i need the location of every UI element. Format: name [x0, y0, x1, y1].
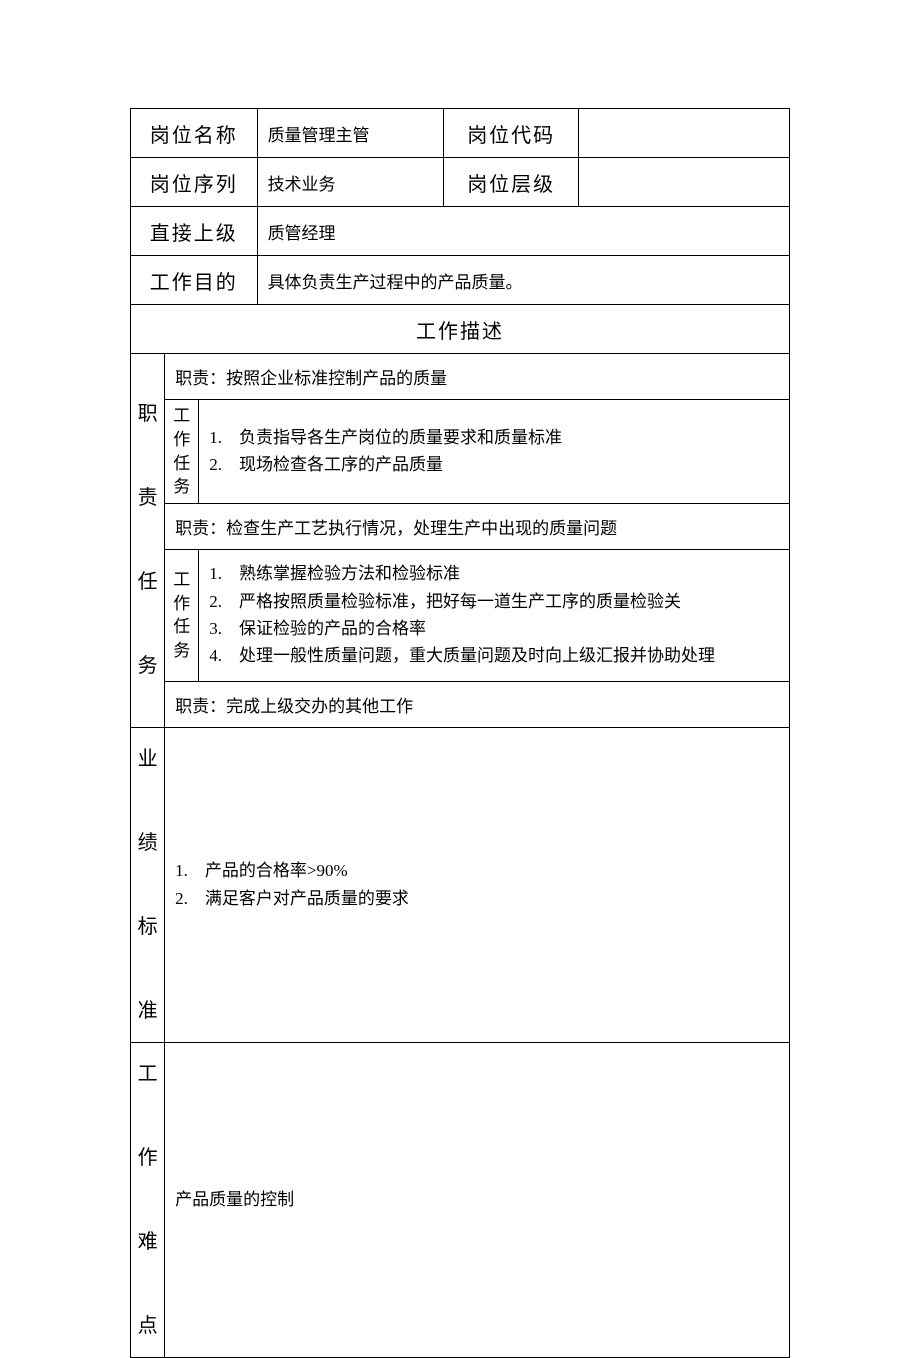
- row-performance: 业 绩 标 准 1. 产品的合格率>90% 2. 满足客户对产品质量的要求: [131, 727, 790, 1042]
- section-job-description: 工作描述: [131, 305, 790, 354]
- duty2-task-2: 2. 严格按照质量检验标准，把好每一道生产工序的质量检验关: [209, 589, 779, 615]
- label-task-2: 工 作 任 务: [165, 550, 199, 681]
- label-duties: 职 责 任 务: [131, 354, 165, 728]
- label-task-1: 工 作 任 务: [165, 400, 199, 504]
- value-position-level: [578, 158, 789, 207]
- duty1-task-1: 1. 负责指导各生产岗位的质量要求和质量标准: [209, 425, 779, 451]
- document-page: 岗位名称 质量管理主管 岗位代码 岗位序列 技术业务 岗位层级 直接上级 质管经…: [0, 0, 920, 1302]
- label-position-series: 岗位序列: [131, 158, 258, 207]
- duty1-task-2: 2. 现场检查各工序的产品质量: [209, 452, 779, 478]
- duty2-tasks: 1. 熟练掌握检验方法和检验标准 2. 严格按照质量检验标准，把好每一道生产工序…: [199, 550, 790, 681]
- label-performance: 业 绩 标 准: [131, 727, 165, 1042]
- value-work-purpose: 具体负责生产过程中的产品质量。: [257, 256, 789, 305]
- duty2-task-4: 4. 处理一般性质量问题，重大质量问题及时向上级汇报并协助处理: [209, 643, 779, 669]
- difficulty-body: 产品质量的控制: [165, 1042, 790, 1357]
- performance-body: 1. 产品的合格率>90% 2. 满足客户对产品质量的要求: [165, 727, 790, 1042]
- label-position-code: 岗位代码: [444, 109, 579, 158]
- duty3-header: 职责：完成上级交办的其他工作: [165, 681, 790, 727]
- value-direct-superior: 质管经理: [257, 207, 789, 256]
- duty2-header: 职责：检查生产工艺执行情况，处理生产中出现的质量问题: [165, 504, 790, 550]
- row-duty2-header: 职责：检查生产工艺执行情况，处理生产中出现的质量问题: [131, 504, 790, 550]
- label-position-name: 岗位名称: [131, 109, 258, 158]
- value-position-code: [578, 109, 789, 158]
- row-work-purpose: 工作目的 具体负责生产过程中的产品质量。: [131, 256, 790, 305]
- row-difficulty: 工 作 难 点 产品质量的控制: [131, 1042, 790, 1357]
- value-position-series: 技术业务: [257, 158, 444, 207]
- duty1-tasks: 1. 负责指导各生产岗位的质量要求和质量标准 2. 现场检查各工序的产品质量: [199, 400, 790, 504]
- duty2-task-1: 1. 熟练掌握检验方法和检验标准: [209, 561, 779, 587]
- label-difficulty: 工 作 难 点: [131, 1042, 165, 1357]
- row-direct-superior: 直接上级 质管经理: [131, 207, 790, 256]
- perf-item-2: 2. 满足客户对产品质量的要求: [175, 885, 779, 912]
- row-duty1-header: 职 责 任 务 职责：按照企业标准控制产品的质量: [131, 354, 790, 400]
- label-direct-superior: 直接上级: [131, 207, 258, 256]
- row-duty1-tasks: 工 作 任 务 1. 负责指导各生产岗位的质量要求和质量标准 2. 现场检查各工…: [131, 400, 790, 504]
- value-position-name: 质量管理主管: [257, 109, 444, 158]
- row-job-description-title: 工作描述: [131, 305, 790, 354]
- label-work-purpose: 工作目的: [131, 256, 258, 305]
- perf-item-1: 1. 产品的合格率>90%: [175, 857, 779, 884]
- duty1-header: 职责：按照企业标准控制产品的质量: [165, 354, 790, 400]
- label-position-level: 岗位层级: [444, 158, 579, 207]
- row-position-name: 岗位名称 质量管理主管 岗位代码: [131, 109, 790, 158]
- row-duty3-header: 职责：完成上级交办的其他工作: [131, 681, 790, 727]
- job-spec-table: 岗位名称 质量管理主管 岗位代码 岗位序列 技术业务 岗位层级 直接上级 质管经…: [130, 108, 790, 1358]
- duty2-task-3: 3. 保证检验的产品的合格率: [209, 616, 779, 642]
- row-position-series: 岗位序列 技术业务 岗位层级: [131, 158, 790, 207]
- row-duty2-tasks: 工 作 任 务 1. 熟练掌握检验方法和检验标准 2. 严格按照质量检验标准，把…: [131, 550, 790, 681]
